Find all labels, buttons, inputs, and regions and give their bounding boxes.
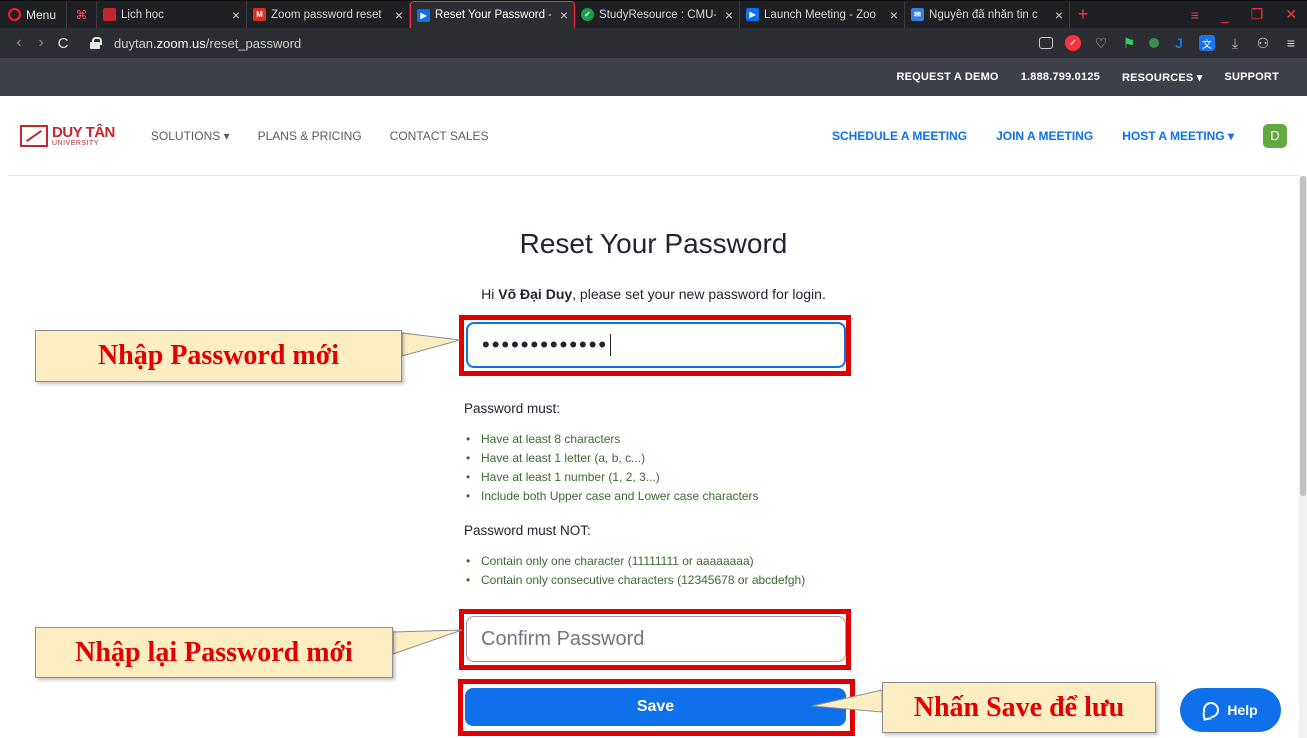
callout-save: Nhấn Save để lưu	[882, 682, 1156, 733]
avatar[interactable]: D	[1263, 123, 1287, 148]
tab-title: Launch Meeting - Zoo	[764, 8, 876, 21]
tab-title: Lịch học	[121, 8, 164, 21]
help-button[interactable]: Help	[1180, 688, 1281, 732]
user-name: Võ Đại Duy	[498, 286, 573, 302]
new-tab-icon[interactable]: +	[1070, 1, 1096, 28]
tab-title: Nguyễn đã nhắn tin c	[929, 8, 1038, 21]
greeting-text: Hi Võ Đại Duy, please set your new passw…	[0, 286, 1307, 302]
easy-setup-icon[interactable]: ≡	[1191, 7, 1199, 23]
gamepad-icon[interactable]: ⌘	[67, 1, 98, 28]
rule-item: Have at least 8 characters	[464, 430, 864, 449]
tab-zoom-password-reset[interactable]: M Zoom password reset ×	[247, 1, 411, 28]
password-must-rules: Password must: Have at least 8 character…	[464, 401, 864, 506]
gmail-favicon-icon: M	[253, 8, 267, 21]
host-meeting-menu[interactable]: HOST A MEETING ▾	[1122, 129, 1234, 143]
resources-menu[interactable]: RESOURCES ▾	[1122, 71, 1202, 84]
jira-icon[interactable]: J	[1171, 35, 1187, 51]
highlight-new-password	[459, 315, 851, 376]
back-icon[interactable]: ‹	[8, 34, 30, 52]
snapshot-icon[interactable]	[1039, 37, 1053, 49]
help-label: Help	[1227, 702, 1258, 718]
tab-close-icon[interactable]: ×	[395, 7, 403, 23]
tab-close-icon[interactable]: ×	[232, 7, 240, 23]
tab-title: Zoom password reset	[271, 8, 382, 21]
lock-icon[interactable]	[90, 37, 102, 49]
tab-studyresource[interactable]: ✓ StudyResource : CMU- ×	[575, 1, 741, 28]
main-navigation: DUY TÂN UNIVERSITY SOLUTIONS PLANS & PRI…	[8, 96, 1299, 176]
callout-confirm-password: Nhập lại Password mới	[35, 627, 393, 678]
page-scrollbar[interactable]	[1299, 176, 1307, 738]
browser-menu-button[interactable]: Menu	[0, 1, 68, 28]
logo-text: DUY TÂN	[52, 123, 115, 141]
account-icon[interactable]: ⚇	[1255, 35, 1271, 51]
tab-lich-hoc[interactable]: Lịch học ×	[97, 1, 248, 28]
tab-reset-your-password[interactable]: ▶ Reset Your Password - ×	[410, 1, 576, 28]
restore-icon[interactable]: ❐	[1251, 6, 1264, 23]
minimize-icon[interactable]: _	[1221, 7, 1229, 23]
close-window-icon[interactable]: ✕	[1285, 6, 1297, 23]
highlight-save-button	[458, 679, 855, 736]
zoom-favicon-icon: ▶	[746, 8, 760, 21]
address-bar: ‹ › C duytan.zoom.us/reset_password ✓ ♡ …	[0, 28, 1307, 58]
must-heading: Password must:	[464, 401, 561, 416]
zoom-top-strip: REQUEST A DEMO 1.888.799.0125 RESOURCES …	[0, 58, 1307, 96]
tab-messenger[interactable]: ✉ Nguyễn đã nhắn tin c ×	[905, 1, 1071, 28]
url-host-prefix: duytan.	[114, 35, 157, 51]
zoom-favicon-icon: ▶	[417, 8, 431, 22]
rule-item: Contain only one character (11111111 or …	[464, 552, 864, 571]
messenger-favicon-icon: ✉	[911, 8, 925, 21]
tab-close-icon[interactable]: ×	[1055, 7, 1063, 23]
nav-plans-pricing[interactable]: PLANS & PRICING	[258, 129, 362, 143]
flag-icon[interactable]: ⚑	[1121, 35, 1137, 51]
must-not-heading: Password must NOT:	[464, 523, 591, 538]
tab-launch-meeting[interactable]: ▶ Launch Meeting - Zoo ×	[740, 1, 906, 28]
highlight-confirm-password	[459, 609, 851, 670]
tab-close-icon[interactable]: ×	[560, 7, 568, 23]
studyresource-favicon-icon: ✓	[581, 8, 595, 21]
url-field[interactable]: duytan.zoom.us/reset_password	[114, 36, 301, 51]
duytan-logo[interactable]: DUY TÂN UNIVERSITY	[20, 123, 115, 147]
greeting-suffix: , please set your new password for login…	[572, 286, 826, 302]
nav-solutions[interactable]: SOLUTIONS	[151, 129, 230, 143]
rule-item: Include both Upper case and Lower case c…	[464, 487, 864, 506]
rule-item: Have at least 1 letter (a, b, c...)	[464, 449, 864, 468]
join-meeting-link[interactable]: JOIN A MEETING	[996, 129, 1093, 143]
rule-item: Contain only consecutive characters (123…	[464, 571, 864, 590]
rule-item: Have at least 1 number (1, 2, 3...)	[464, 468, 864, 487]
browser-menu-label: Menu	[26, 7, 57, 22]
schedule-meeting-link[interactable]: SCHEDULE A MEETING	[832, 129, 967, 143]
extension-cube-icon[interactable]	[1149, 38, 1159, 48]
download-icon[interactable]: ⤓	[1227, 35, 1243, 51]
support-link[interactable]: SUPPORT	[1224, 71, 1279, 83]
easy-files-icon[interactable]: ≡	[1283, 35, 1299, 51]
heart-icon[interactable]: ♡	[1093, 35, 1109, 51]
reload-icon[interactable]: C	[52, 35, 74, 52]
url-path: /reset_password	[205, 35, 302, 51]
opera-logo-icon	[8, 8, 21, 21]
page-title: Reset Your Password	[519, 228, 788, 259]
callout-new-password: Nhập Password mới	[35, 330, 402, 382]
nav-contact-sales[interactable]: CONTACT SALES	[390, 129, 489, 143]
extension-icons: ✓ ♡ ⚑ J 文 ⤓ ⚇ ≡	[1039, 35, 1299, 51]
translate-icon[interactable]: 文	[1199, 35, 1215, 51]
browser-tab-strip: Menu ⌘ Lịch học × M Zoom password reset …	[0, 0, 1307, 28]
duytan-logo-mark-icon	[20, 124, 48, 147]
tab-title: StudyResource : CMU-	[599, 8, 716, 21]
logo-subtext: UNIVERSITY	[52, 139, 100, 147]
chat-bubble-icon	[1203, 702, 1220, 718]
tab-close-icon[interactable]: ×	[890, 7, 898, 23]
tab-title: Reset Your Password -	[435, 9, 551, 21]
adblock-shield-icon[interactable]: ✓	[1065, 35, 1081, 51]
window-controls: ≡ _ ❐ ✕	[1191, 1, 1307, 28]
tab-close-icon[interactable]: ×	[725, 7, 733, 23]
password-must-not-rules: Password must NOT: Contain only one char…	[464, 523, 864, 590]
request-demo-link[interactable]: REQUEST A DEMO	[896, 71, 998, 83]
greeting-prefix: Hi	[481, 286, 499, 302]
phone-link[interactable]: 1.888.799.0125	[1021, 71, 1100, 83]
url-host-domain: zoom.us	[156, 35, 206, 51]
duytan-favicon-icon	[103, 8, 117, 21]
forward-icon[interactable]: ›	[30, 34, 52, 52]
